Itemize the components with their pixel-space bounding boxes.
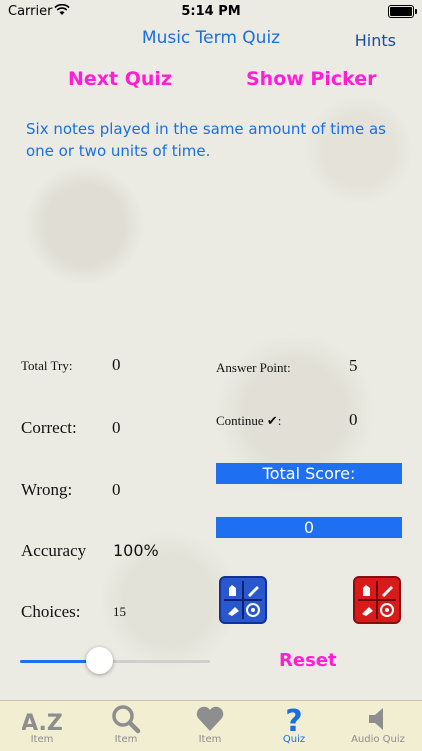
svg-text:A.Z: A.Z	[22, 711, 62, 734]
red-chess-button[interactable]	[353, 576, 401, 624]
svg-text:?: ?	[285, 704, 302, 734]
tab-label: Item	[114, 734, 138, 745]
tab-quiz[interactable]: ? Quiz	[252, 701, 336, 751]
chess-pieces-icon	[224, 581, 262, 619]
slider-knob[interactable]	[86, 647, 114, 674]
tab-az[interactable]: A.Z Item	[0, 701, 84, 751]
accuracy-value: 100%	[113, 541, 159, 560]
tab-label: Item	[30, 734, 54, 745]
answer-point-value: 5	[349, 356, 358, 375]
question-icon: ?	[285, 704, 302, 734]
total-score-label: Total Score:	[216, 463, 402, 484]
wrong-label: Wrong:	[21, 480, 73, 499]
tab-favorites[interactable]: Item	[168, 701, 252, 751]
reset-button[interactable]: Reset	[279, 650, 337, 671]
search-icon	[112, 705, 141, 734]
question-text: Six notes played in the same amount of t…	[26, 120, 386, 160]
continue-label: Continue ✔:	[216, 413, 282, 428]
choices-label: Choices:	[21, 602, 81, 621]
continue-value: 0	[349, 410, 358, 429]
az-icon: A.Z	[22, 711, 62, 734]
accuracy-label: Accuracy	[21, 541, 87, 560]
speaker-icon	[369, 708, 383, 730]
correct-value: 0	[112, 418, 121, 437]
tab-bar: A.Z Item Item Item ? Quiz Audio Quiz	[0, 700, 422, 751]
tab-label: Item	[198, 734, 222, 745]
total-score-value: 0	[216, 517, 402, 538]
tab-label: Quiz	[282, 734, 306, 745]
tab-label: Audio Quiz	[351, 734, 405, 745]
total-try-value: 0	[112, 355, 121, 374]
tab-audio-quiz[interactable]: Audio Quiz	[336, 701, 420, 751]
correct-label: Correct:	[21, 418, 77, 437]
answer-point-label: Answer Point:	[216, 360, 291, 375]
next-quiz-button[interactable]: Next Quiz	[68, 68, 172, 90]
hints-button[interactable]: Hints	[355, 31, 396, 50]
battery-icon	[388, 5, 417, 18]
total-try-label: Total Try:	[21, 358, 73, 373]
wrong-value: 0	[112, 480, 121, 499]
tab-search[interactable]: Item	[84, 701, 168, 751]
heart-icon	[196, 706, 224, 731]
blue-chess-button[interactable]	[219, 576, 267, 624]
chess-pieces-icon	[358, 581, 396, 619]
choices-value: 15	[113, 604, 126, 619]
show-picker-button[interactable]: Show Picker	[246, 68, 377, 90]
status-bar: Carrier 5:14 PM	[0, 0, 422, 22]
clock: 5:14 PM	[181, 4, 241, 19]
